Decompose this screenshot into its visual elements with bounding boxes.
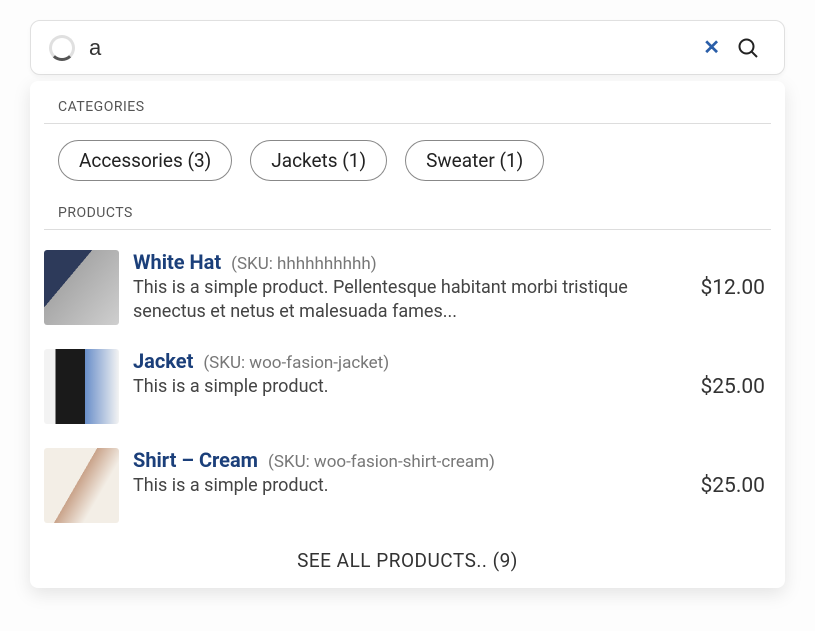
clear-button[interactable]: ✕ [693, 29, 730, 66]
product-description: This is a simple product. [133, 474, 643, 498]
product-title: White Hat [133, 250, 221, 274]
product-thumbnail [44, 448, 119, 523]
product-thumbnail [44, 250, 119, 325]
product-info: Shirt – Cream (SKU: woo-fasion-shirt-cre… [133, 448, 686, 498]
product-sku: (SKU: hhhhhhhhhh) [231, 254, 377, 274]
category-chip[interactable]: Jackets (1) [250, 140, 387, 181]
close-icon: ✕ [703, 37, 720, 59]
product-sku: (SKU: woo-fasion-shirt-cream) [268, 452, 495, 472]
product-price: $12.00 [700, 276, 771, 300]
product-row[interactable]: Jacket (SKU: woo-fasion-jacket) This is … [30, 337, 785, 436]
products-header: PRODUCTS [44, 199, 771, 230]
product-info: Jacket (SKU: woo-fasion-jacket) This is … [133, 349, 686, 399]
search-button[interactable] [730, 30, 766, 66]
product-thumbnail [44, 349, 119, 424]
product-title: Shirt – Cream [133, 448, 258, 472]
product-row[interactable]: White Hat (SKU: hhhhhhhhhh) This is a si… [30, 238, 785, 337]
category-chips: Accessories (3) Jackets (1) Sweater (1) [44, 124, 771, 199]
product-row[interactable]: Shirt – Cream (SKU: woo-fasion-shirt-cre… [30, 436, 785, 535]
search-input[interactable] [89, 35, 693, 61]
loading-spinner-icon [49, 35, 75, 61]
category-chip[interactable]: Accessories (3) [58, 140, 232, 181]
chip-label: Jackets (1) [271, 149, 366, 172]
product-price: $25.00 [700, 474, 771, 498]
see-all-link[interactable]: SEE ALL PRODUCTS.. (9) [30, 535, 785, 576]
product-list: White Hat (SKU: hhhhhhhhhh) This is a si… [30, 230, 785, 535]
product-title: Jacket [133, 349, 193, 373]
categories-header: CATEGORIES [44, 93, 771, 124]
product-price: $25.00 [700, 375, 771, 399]
category-chip[interactable]: Sweater (1) [405, 140, 544, 181]
chip-label: Accessories (3) [79, 149, 211, 172]
product-description: This is a simple product. Pellentesque h… [133, 276, 643, 325]
search-icon [736, 36, 760, 60]
search-bar: ✕ [30, 20, 785, 75]
chip-label: Sweater (1) [426, 149, 523, 172]
results-dropdown: CATEGORIES Accessories (3) Jackets (1) S… [30, 81, 785, 588]
product-description: This is a simple product. [133, 375, 643, 399]
product-info: White Hat (SKU: hhhhhhhhhh) This is a si… [133, 250, 686, 325]
product-sku: (SKU: woo-fasion-jacket) [203, 353, 389, 373]
